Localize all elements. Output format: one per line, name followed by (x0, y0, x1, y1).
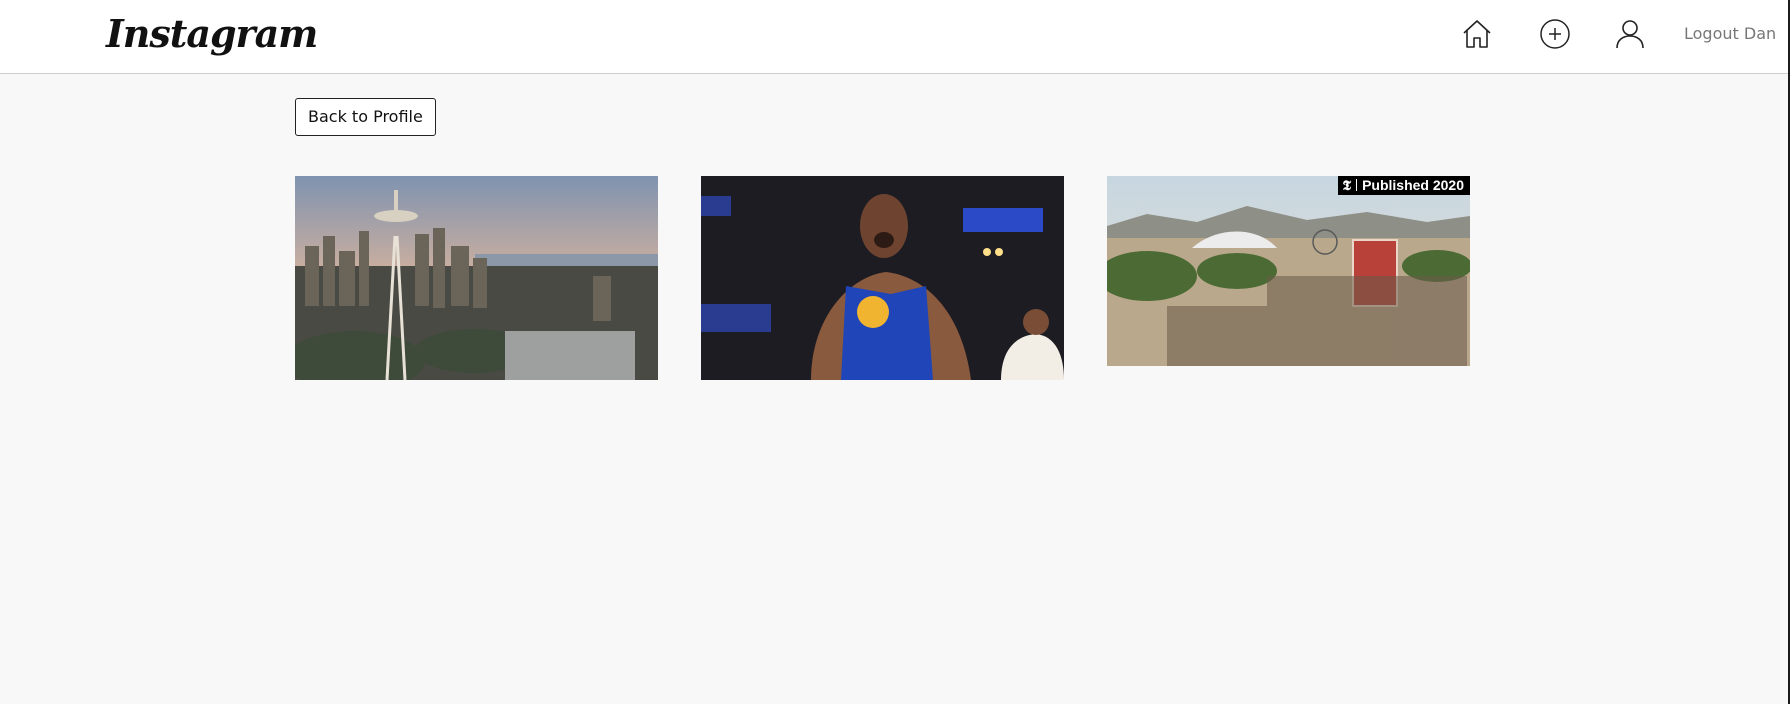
instagram-logo[interactable]: Instagram (106, 10, 318, 58)
user-icon[interactable] (1614, 18, 1646, 50)
badge-divider (1356, 179, 1358, 191)
basketball-player-image (701, 176, 1064, 380)
photo-thumbnail[interactable] (701, 176, 1064, 380)
add-post-icon[interactable] (1539, 18, 1571, 50)
photo-thumbnail[interactable]: 𝕿 Published 2020 (1107, 176, 1470, 366)
back-to-profile-button[interactable]: Back to Profile (295, 98, 436, 136)
page: Instagram Logout Dan Back to Profile 𝕿 P… (0, 0, 1790, 704)
published-badge: 𝕿 Published 2020 (1338, 176, 1470, 195)
top-nav-bar: Instagram Logout Dan (0, 0, 1788, 74)
published-badge-text: Published 2020 (1362, 177, 1464, 193)
viewport: Instagram Logout Dan Back to Profile 𝕿 P… (0, 0, 1790, 704)
nyt-logo-icon: 𝕿 (1342, 178, 1352, 194)
logout-link[interactable]: Logout Dan (1684, 24, 1776, 43)
home-icon[interactable] (1461, 18, 1493, 50)
photo-thumbnail[interactable] (295, 176, 658, 380)
festival-aerial-image (1107, 176, 1470, 366)
seattle-skyline-image (295, 176, 658, 380)
